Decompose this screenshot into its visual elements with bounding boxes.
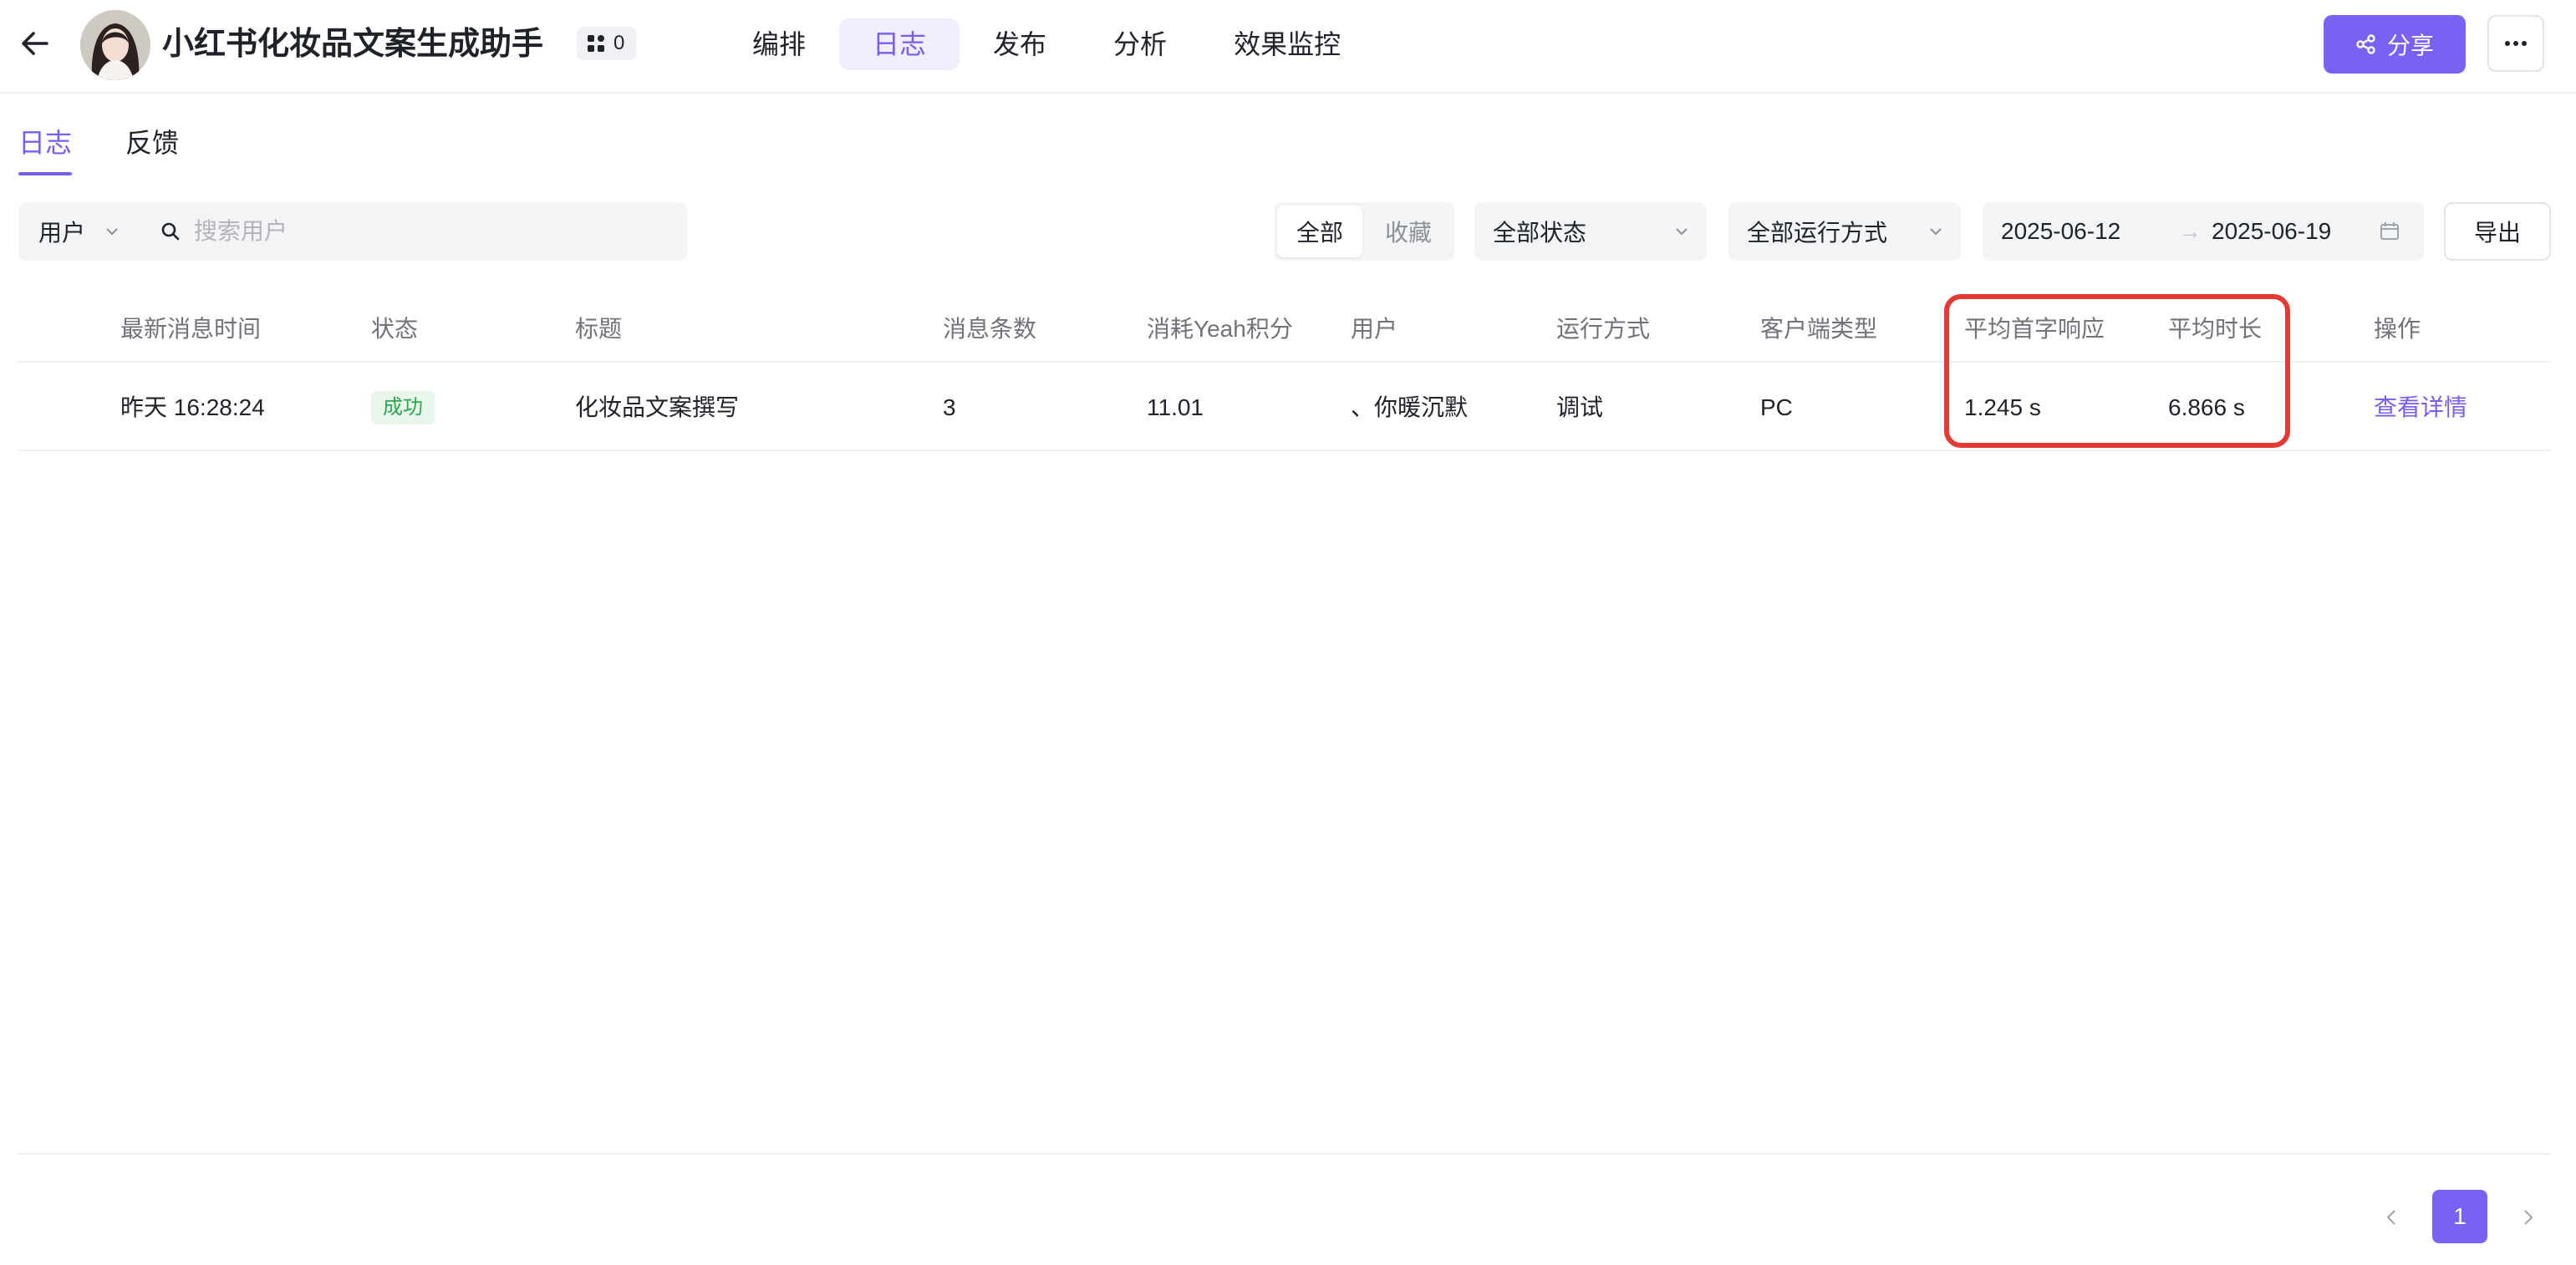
chevron-left-icon [2386, 1210, 2395, 1225]
cell-title: 化妆品文案撰写 [575, 394, 740, 420]
view-details-link[interactable]: 查看详情 [2374, 391, 2467, 424]
user-field-select[interactable]: 用户 [38, 202, 119, 261]
chevron-down-icon [1676, 228, 1688, 236]
tab-publish[interactable]: 发布 [960, 18, 1080, 70]
share-button[interactable]: 分享 [2324, 15, 2466, 74]
apps-icon [588, 35, 604, 52]
col-title: 标题 [575, 316, 623, 342]
col-points-used: 消耗Yeah积分 [1147, 316, 1293, 342]
tab-analysis[interactable]: 分析 [1080, 18, 1200, 70]
app-avatar [80, 10, 150, 80]
tab-orchestrate[interactable]: 编排 [719, 18, 839, 70]
col-message-count: 消息条数 [943, 316, 1037, 342]
more-options-button[interactable] [2487, 15, 2544, 72]
favorite-segment: 全部 收藏 [1274, 202, 1454, 261]
share-label: 分享 [2386, 33, 2434, 58]
subtab-active-indicator [18, 172, 72, 175]
back-arrow-icon[interactable] [18, 27, 52, 60]
cell-user: 、你暖沉默 [1351, 394, 1469, 420]
col-latest-time: 最新消息时间 [120, 316, 262, 342]
segment-all[interactable]: 全部 [1277, 206, 1362, 257]
badge-count: 0 [613, 32, 625, 54]
search-box [160, 202, 662, 261]
tab-logs[interactable]: 日志 [839, 18, 960, 70]
cell-time: 昨天 16:28:24 [120, 394, 265, 420]
chevron-down-icon [1930, 228, 1942, 236]
date-range-picker[interactable]: 2025-06-12 → 2025-06-19 [1983, 202, 2424, 261]
subtab-logs[interactable]: 日志 [18, 122, 72, 160]
cell-run-mode: 调试 [1556, 394, 1604, 420]
col-status: 状态 [371, 316, 419, 342]
user-search-group: 用户 [18, 202, 687, 261]
footer-divider [18, 1153, 2551, 1155]
search-icon [161, 222, 180, 241]
next-page-button[interactable] [2507, 1196, 2549, 1238]
top-header: 小红书化妆品文案生成助手 0 编排 日志 发布 分析 效果监控 分享 [0, 0, 2576, 94]
cell-client-type: PC [1760, 394, 1793, 420]
status-badge: 成功 [371, 391, 435, 424]
segment-favorites[interactable]: 收藏 [1366, 206, 1451, 257]
col-run-mode: 运行方式 [1556, 316, 1651, 342]
search-input[interactable] [192, 217, 647, 246]
calendar-icon [2380, 222, 2399, 240]
date-separator-arrow: → [2178, 218, 2202, 244]
prev-page-button[interactable] [2370, 1196, 2412, 1238]
share-icon [2356, 34, 2375, 54]
col-client-type: 客户端类型 [1760, 316, 1878, 342]
tab-monitoring[interactable]: 效果监控 [1200, 18, 1374, 70]
chevron-down-icon [106, 228, 118, 236]
user-select-label: 用户 [38, 220, 86, 246]
run-mode-select[interactable]: 全部运行方式 [1728, 202, 1961, 261]
subtab-feedback[interactable]: 反馈 [125, 122, 179, 160]
page-number-current[interactable]: 1 [2432, 1190, 2487, 1243]
date-end[interactable]: 2025-06-19 [2212, 218, 2379, 245]
cell-points-used: 11.01 [1147, 394, 1204, 420]
more-dots-icon [2505, 41, 2527, 46]
export-button[interactable]: 导出 [2444, 202, 2551, 261]
main-nav: 编排 日志 发布 分析 效果监控 [719, 18, 1374, 70]
table-row-divider [18, 450, 2551, 451]
chevron-right-icon [2524, 1210, 2533, 1225]
status-select[interactable]: 全部状态 [1474, 202, 1707, 261]
cell-message-count: 3 [943, 394, 956, 420]
col-user: 用户 [1351, 316, 1398, 342]
app-title: 小红书化妆品文案生成助手 [162, 27, 544, 62]
col-actions: 操作 [2374, 316, 2421, 342]
date-start[interactable]: 2025-06-12 [2001, 218, 2168, 245]
status-select-value: 全部状态 [1493, 220, 1587, 246]
plugin-count-badge[interactable]: 0 [577, 27, 637, 60]
highlight-box [1944, 294, 2290, 448]
run-mode-select-value: 全部运行方式 [1747, 220, 1888, 246]
